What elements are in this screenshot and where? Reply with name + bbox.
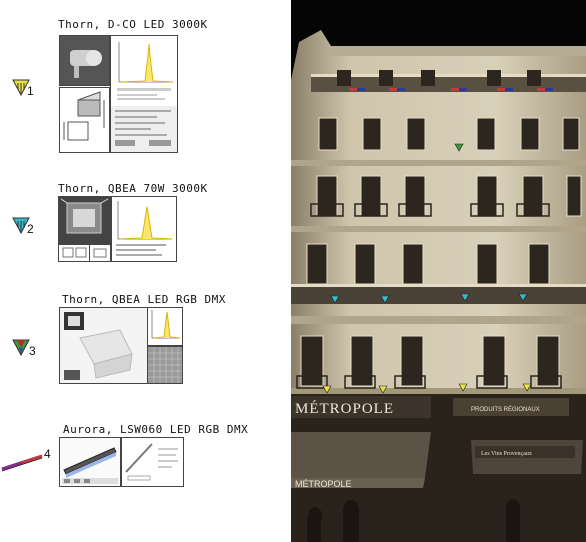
fixture-4-number: 4 bbox=[44, 447, 51, 461]
fixture-1-product-photo bbox=[59, 35, 110, 86]
fixture-3-datasheet-grid bbox=[147, 346, 183, 384]
fixture-4-dimension-drawing bbox=[121, 437, 184, 487]
fixture-3-datasheet-curve bbox=[147, 307, 183, 346]
fixture-1-datasheet bbox=[110, 35, 178, 153]
fixture-2-datasheet bbox=[111, 196, 177, 262]
shop-sign-2: Les Vins Provençaux bbox=[481, 451, 532, 457]
fixture-2-product-photo bbox=[58, 196, 111, 245]
fixture-2-drawing-a bbox=[58, 244, 90, 262]
fixture-1-title: Thorn, D-CO LED 3000K bbox=[58, 18, 208, 31]
fixture-3-title: Thorn, QBEA LED RGB DMX bbox=[62, 293, 226, 306]
fixture-4-product-photo bbox=[59, 437, 121, 487]
fixture-4-title: Aurora, LSW060 LED RGB DMX bbox=[63, 423, 249, 436]
awning-sign: MÉTROPOLE bbox=[295, 479, 352, 489]
fixture-3-product-photo bbox=[59, 307, 148, 384]
fixture-4-symbol-icon bbox=[1, 454, 43, 472]
fixture-1-dimension-drawing bbox=[59, 87, 110, 153]
building-photo: MÉTROPOLE PRODUITS RÉGIONAUX MÉTROPOLE L… bbox=[291, 0, 586, 542]
fixture-2-title: Thorn, QBEA 70W 3000K bbox=[58, 182, 208, 195]
fixture-2-number: 2 bbox=[27, 222, 34, 236]
fixture-1-number: 1 bbox=[27, 84, 34, 98]
fixture-2-drawing-b bbox=[89, 244, 111, 262]
shop-sign: PRODUITS RÉGIONAUX bbox=[471, 406, 540, 413]
fixture-3-number: 3 bbox=[29, 344, 36, 358]
hotel-sign: MÉTROPOLE bbox=[295, 400, 394, 417]
